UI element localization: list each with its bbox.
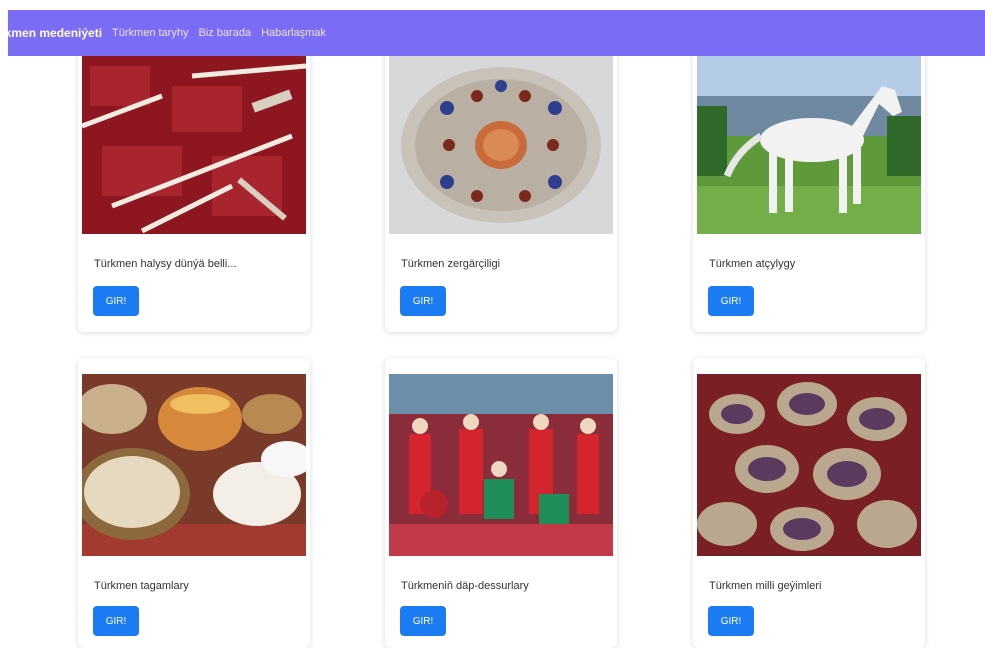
card-title: Türkmen tagamlary: [94, 580, 189, 592]
card-title: Türkmen milli geýimleri: [709, 580, 822, 592]
enter-button[interactable]: GIR!: [400, 606, 446, 636]
card-title: Türkmeniň däp-dessurlary: [401, 580, 529, 592]
nav-link-about[interactable]: Biz barada: [198, 27, 251, 39]
traditions-image: [389, 374, 613, 556]
card-title: Türkmen zergärçiligi: [401, 258, 501, 270]
card-title: Türkmen halysy dünýä belli...: [94, 258, 237, 270]
card-traditions: Türkmeniň däp-dessurlary GIR!: [385, 358, 617, 648]
enter-button[interactable]: GIR!: [93, 286, 139, 316]
nav-link-history[interactable]: Türkmen taryhy: [112, 27, 188, 39]
food-image: [82, 374, 306, 556]
horse-image: [697, 56, 921, 234]
card-carpets: Türkmen halysy dünýä belli... GIR!: [78, 40, 310, 332]
enter-button[interactable]: GIR!: [93, 606, 139, 636]
carpets-image: [82, 56, 306, 234]
card-horse: Türkmen atçylygy GIR!: [693, 40, 925, 332]
card-food: Türkmen tagamlary GIR!: [78, 358, 310, 648]
card-title: Türkmen atçylygy: [709, 258, 796, 270]
card-jewelry: Türkmen zergärçiligi GIR!: [385, 40, 617, 332]
enter-button[interactable]: GIR!: [708, 606, 754, 636]
clothing-image: [697, 374, 921, 556]
enter-button[interactable]: GIR!: [400, 286, 446, 316]
card-clothing: Türkmen milli geýimleri GIR!: [693, 358, 925, 648]
nav-link-contact[interactable]: Habarlaşmak: [261, 27, 326, 39]
navbar: rkmen medeniýeti Türkmen taryhy Biz bara…: [8, 10, 985, 56]
enter-button[interactable]: GIR!: [708, 286, 754, 316]
jewelry-image: [389, 56, 613, 234]
nav-brand[interactable]: rkmen medeniýeti: [8, 26, 102, 40]
